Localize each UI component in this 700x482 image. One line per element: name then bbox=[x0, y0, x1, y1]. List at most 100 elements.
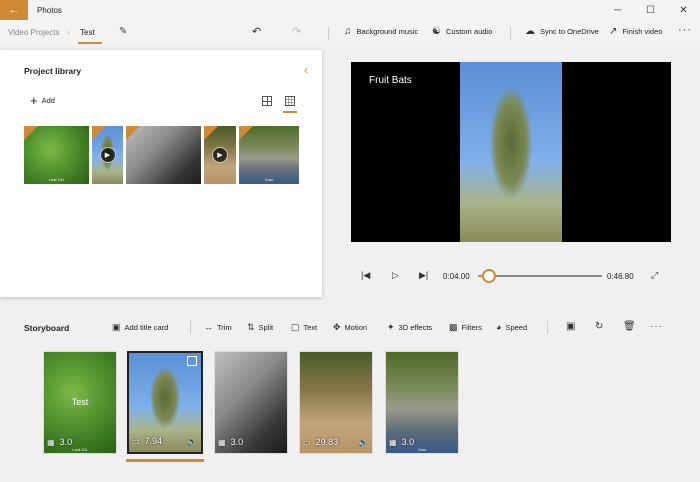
clip-duration-badge: ▭ 29.83 bbox=[303, 437, 338, 447]
total-time: 0:46.80 bbox=[607, 272, 634, 281]
clip-select-checkbox[interactable] bbox=[187, 356, 197, 366]
rename-pencil-icon[interactable]: ✎ bbox=[119, 26, 127, 37]
clip-duration-badge: ▦ 3.0 bbox=[218, 437, 243, 447]
cloud-sync-icon: ☁ bbox=[525, 26, 535, 37]
background-music-button[interactable]: ♫ Background music bbox=[344, 26, 418, 37]
clip-overlay-text: Test bbox=[71, 397, 89, 407]
filters-button[interactable]: ▩ Filters bbox=[449, 322, 482, 333]
clip-duration: 3.0 bbox=[401, 437, 415, 447]
clip-duration-badge: ▦ 3.0 bbox=[389, 437, 414, 447]
library-item-path[interactable]: ▶ bbox=[204, 126, 236, 184]
add-title-card-label: Add title card bbox=[124, 323, 169, 332]
storyboard-clip-4[interactable]: ▭ 29.83 🔈 bbox=[299, 351, 373, 454]
skip-back-icon[interactable]: |◀ bbox=[361, 270, 370, 281]
breadcrumb-root[interactable]: Video Projects bbox=[8, 28, 59, 37]
more-options-icon[interactable]: ··· bbox=[678, 24, 692, 36]
storyboard-clip-3[interactable]: ▦ 3.0 bbox=[214, 351, 288, 454]
preview-title-text: Fruit Bats bbox=[369, 75, 412, 86]
motion-label: Motion bbox=[344, 323, 368, 332]
speed-icon: ◕ bbox=[496, 322, 502, 332]
used-in-project-marker bbox=[24, 126, 38, 140]
filters-icon: ▩ bbox=[449, 322, 458, 332]
storyboard-clip-1[interactable]: Test ▦ 3.0 Leaf 101 bbox=[43, 351, 117, 454]
redo-icon: ↷ bbox=[292, 26, 302, 38]
trim-icon: ↔ bbox=[204, 322, 213, 332]
toolbar-divider bbox=[510, 27, 511, 40]
storyboard-clip-5[interactable]: ▦ 3.0 Croc bbox=[385, 351, 459, 454]
resize-icon[interactable]: ▣ bbox=[566, 321, 575, 332]
filters-label: Filters bbox=[461, 323, 482, 332]
seek-slider-handle[interactable] bbox=[481, 269, 496, 283]
custom-audio-button[interactable]: ☯ Custom audio bbox=[432, 26, 492, 37]
text-label: Text bbox=[303, 323, 318, 332]
text-button[interactable]: ▢ Text bbox=[291, 322, 317, 333]
library-item-caption: Leaf 101 bbox=[48, 177, 65, 182]
toolbar-divider bbox=[547, 321, 548, 334]
music-note-icon: ♫ bbox=[344, 26, 352, 37]
collapse-chevron-icon[interactable]: ‹ bbox=[304, 63, 308, 77]
toolbar-divider bbox=[328, 27, 329, 40]
project-library-panel: Project library ‹ + Add Leaf 101 ▶ ▶ Cro… bbox=[0, 50, 322, 297]
clip-duration-badge: ▭ 7.94 bbox=[132, 436, 162, 446]
custom-audio-label: Custom audio bbox=[445, 27, 493, 36]
storyboard-clip-2[interactable]: ▭ 7.94 🔈 bbox=[127, 351, 203, 454]
fullscreen-icon[interactable]: ⤢ bbox=[651, 270, 658, 281]
split-label: Split bbox=[258, 323, 274, 332]
speed-button[interactable]: ◕ Speed bbox=[496, 322, 527, 332]
breadcrumb-separator: › bbox=[67, 28, 70, 37]
large-grid-view-icon[interactable] bbox=[262, 96, 272, 106]
storyboard-more-icon[interactable]: ··· bbox=[650, 321, 663, 332]
minimize-button[interactable]: ─ bbox=[601, 0, 634, 20]
breadcrumb-underline bbox=[78, 42, 102, 44]
add-button[interactable]: + Add bbox=[30, 94, 55, 107]
library-item-tree[interactable]: ▶ bbox=[92, 126, 123, 184]
motion-button[interactable]: ✥ Motion bbox=[333, 322, 367, 333]
clip-caption: Croc bbox=[417, 447, 427, 452]
image-icon: ▦ bbox=[389, 437, 397, 447]
finish-video-button[interactable]: ↗ Finish video bbox=[609, 26, 662, 37]
image-icon: ▦ bbox=[218, 437, 226, 447]
play-icon: ▶ bbox=[212, 147, 228, 163]
split-button[interactable]: ⇅ Split bbox=[247, 322, 273, 333]
3d-effects-button[interactable]: ✦ 3D effects bbox=[387, 322, 432, 333]
small-grid-view-icon[interactable] bbox=[285, 96, 295, 106]
3d-effects-label: 3D effects bbox=[398, 323, 433, 332]
image-icon: ▦ bbox=[47, 437, 55, 447]
rotate-icon[interactable]: ↻ bbox=[595, 321, 603, 332]
view-selected-underline bbox=[283, 111, 297, 113]
speaker-icon: 🔈 bbox=[358, 438, 368, 447]
library-item-leaf[interactable]: Leaf 101 bbox=[24, 126, 89, 184]
trim-button[interactable]: ↔ Trim bbox=[204, 322, 232, 332]
finish-label: Finish video bbox=[622, 27, 663, 36]
clip-duration: 29.83 bbox=[315, 437, 339, 447]
sync-onedrive-button[interactable]: ☁ Sync to OneDrive bbox=[525, 26, 599, 37]
video-icon: ▭ bbox=[303, 437, 311, 447]
sync-label: Sync to OneDrive bbox=[540, 27, 599, 36]
app-title: Photos bbox=[37, 5, 62, 15]
play-button-icon[interactable]: ▷ bbox=[392, 270, 399, 281]
back-arrow-icon[interactable]: ← bbox=[0, 0, 28, 20]
skip-forward-icon[interactable]: ▶| bbox=[419, 270, 428, 281]
used-in-project-marker bbox=[204, 126, 218, 140]
clip-duration: 3.0 bbox=[59, 437, 73, 447]
add-title-card-button[interactable]: ▣ Add title card bbox=[112, 322, 168, 333]
video-preview[interactable]: Fruit Bats bbox=[351, 62, 671, 242]
3d-effects-icon: ✦ bbox=[387, 322, 395, 332]
motion-icon: ✥ bbox=[333, 322, 341, 332]
maximize-button[interactable]: ☐ bbox=[634, 0, 667, 20]
seek-track[interactable] bbox=[478, 275, 602, 277]
library-item-caption: Croc bbox=[264, 177, 274, 182]
library-item-family[interactable] bbox=[126, 126, 201, 184]
title-bar: ← Photos ─ ☐ ✕ bbox=[0, 0, 700, 20]
close-button[interactable]: ✕ bbox=[667, 0, 700, 20]
library-item-croc[interactable]: Croc bbox=[239, 126, 299, 184]
title-card-icon: ▣ bbox=[112, 322, 121, 332]
delete-icon[interactable]: 🗑 bbox=[623, 321, 636, 332]
window-controls: ─ ☐ ✕ bbox=[601, 0, 700, 20]
play-icon: ▶ bbox=[99, 147, 116, 163]
undo-icon[interactable]: ↶ bbox=[252, 25, 261, 38]
speaker-icon: 🔈 bbox=[187, 437, 197, 446]
export-icon: ↗ bbox=[609, 26, 618, 37]
text-icon: ▢ bbox=[291, 322, 300, 332]
breadcrumb-current: Test bbox=[80, 28, 95, 37]
